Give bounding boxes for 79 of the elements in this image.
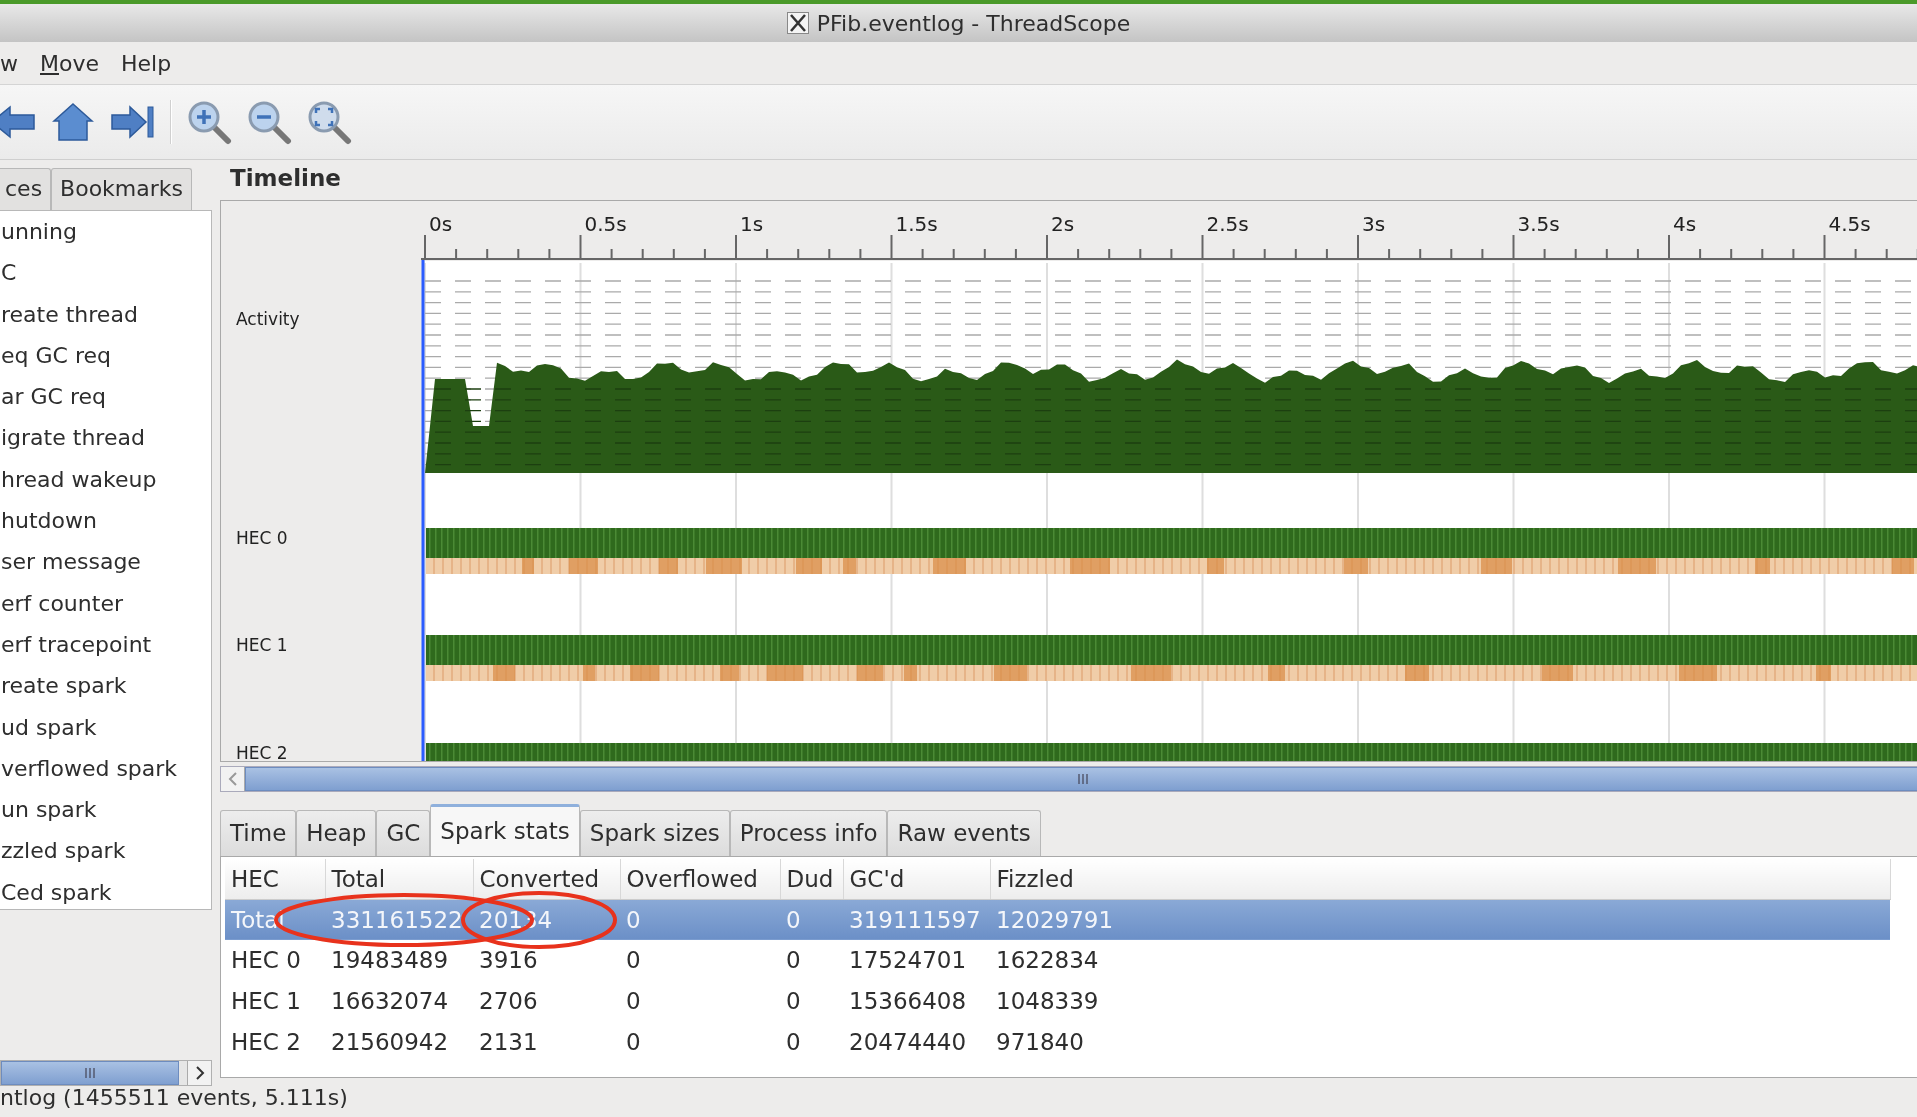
track-label: Activity: [236, 309, 300, 329]
table-cell: 17524701: [843, 940, 990, 981]
key-list-item: reate spark: [0, 672, 128, 701]
tab[interactable]: Spark stats: [430, 804, 580, 856]
table-cell: HEC 0: [225, 940, 325, 981]
axis-label: 4.5s: [1828, 212, 1871, 236]
axis-label: 1.5s: [895, 212, 938, 236]
key-list-item: ud spark: [0, 713, 98, 742]
key-list-item: hutdown: [0, 507, 98, 536]
table-cell: 0: [780, 899, 843, 940]
status-text: ntlog (1455511 events, 5.111s): [0, 1084, 349, 1112]
table-cell-text: 21560942: [330, 1028, 450, 1058]
panel-tab[interactable]: ces: [0, 168, 52, 210]
table-cell-text: 2131: [478, 1028, 539, 1058]
table-cell-text: 15366408: [848, 987, 968, 1017]
menu-item[interactable]: w: [0, 46, 30, 80]
key-list-item: verflowed spark: [0, 754, 179, 783]
column-header[interactable]: Fizzled: [990, 859, 1890, 899]
table-cell-text: 0: [785, 1028, 802, 1058]
section-title: Timeline: [229, 164, 342, 193]
key-list-item: ar GC req: [0, 383, 107, 412]
column-header[interactable]: Dud: [780, 859, 843, 899]
table-cell: 0: [780, 940, 843, 981]
table-cell-text: 0: [625, 1028, 642, 1058]
table-cell: 19483489: [325, 940, 473, 981]
table-cell-text: 1048339: [995, 987, 1100, 1017]
key-list-item: un spark: [0, 796, 98, 825]
table-cell: 319111597: [843, 899, 990, 940]
column-header[interactable]: Total: [325, 859, 473, 899]
window-title: PFib.eventlog - ThreadScope: [816, 9, 1131, 38]
table-cell-text: 20474440: [848, 1028, 968, 1058]
table-cell: 1622834: [990, 940, 1890, 981]
column-header[interactable]: Converted: [473, 859, 620, 899]
table-cell-text: 16632074: [330, 987, 450, 1017]
key-list-item: reate thread: [0, 300, 139, 329]
column-header[interactable]: GC'd: [843, 859, 990, 899]
key-list-item: erf counter: [0, 589, 124, 618]
tab[interactable]: Raw events: [887, 810, 1041, 856]
key-list-item: eq GC req: [0, 341, 112, 370]
key-list-item: hread wakeup: [0, 465, 158, 494]
tab[interactable]: Heap: [296, 810, 377, 856]
key-list-item: Ced spark: [0, 878, 113, 907]
table-cell-text: HEC 1: [230, 987, 302, 1017]
tab[interactable]: Spark sizes: [579, 810, 730, 856]
axis-label: 3s: [1362, 212, 1386, 236]
table-cell-text: 2706: [478, 987, 539, 1017]
table-cell-text: 0: [785, 987, 802, 1017]
tab[interactable]: Process info: [729, 810, 888, 856]
table-cell-text: HEC 2: [230, 1028, 302, 1058]
key-list-item: zzled spark: [0, 837, 127, 866]
axis-label: 2.5s: [1206, 212, 1249, 236]
column-header[interactable]: Overflowed: [620, 859, 780, 899]
track-label: HEC 0: [236, 528, 288, 548]
tab[interactable]: GC: [376, 810, 431, 856]
axis-label: 4s: [1673, 212, 1697, 236]
tab[interactable]: Time: [220, 810, 297, 856]
menu-item[interactable]: Move: [40, 46, 111, 80]
table-cell: 0: [620, 899, 780, 940]
table-cell: 331161522: [325, 899, 473, 940]
key-list-item: ser message: [0, 548, 142, 577]
table-cell: 3916: [473, 940, 620, 981]
key-list-item: erf tracepoint: [0, 630, 153, 659]
axis-label: 0.5s: [584, 212, 627, 236]
axis-label: 0s: [429, 212, 453, 236]
axis-label: 3.5s: [1517, 212, 1560, 236]
table-cell-text: 971840: [995, 1028, 1085, 1058]
axis-label: 1s: [740, 212, 764, 236]
key-list-item: igrate thread: [0, 424, 146, 453]
track-label: HEC 1: [236, 635, 288, 655]
key-list-item: C: [0, 259, 18, 288]
column-header[interactable]: HEC: [225, 859, 325, 899]
axis-label: 2s: [1051, 212, 1075, 236]
table-cell: 0: [620, 940, 780, 981]
menu-item[interactable]: Help: [121, 46, 184, 80]
panel-tab[interactable]: Bookmarks: [51, 168, 192, 210]
table-cell: 12029791: [990, 899, 1890, 940]
track-label: HEC 2: [236, 743, 288, 761]
table-cell-text: 0: [625, 987, 642, 1017]
key-list-item: unning: [0, 218, 78, 246]
